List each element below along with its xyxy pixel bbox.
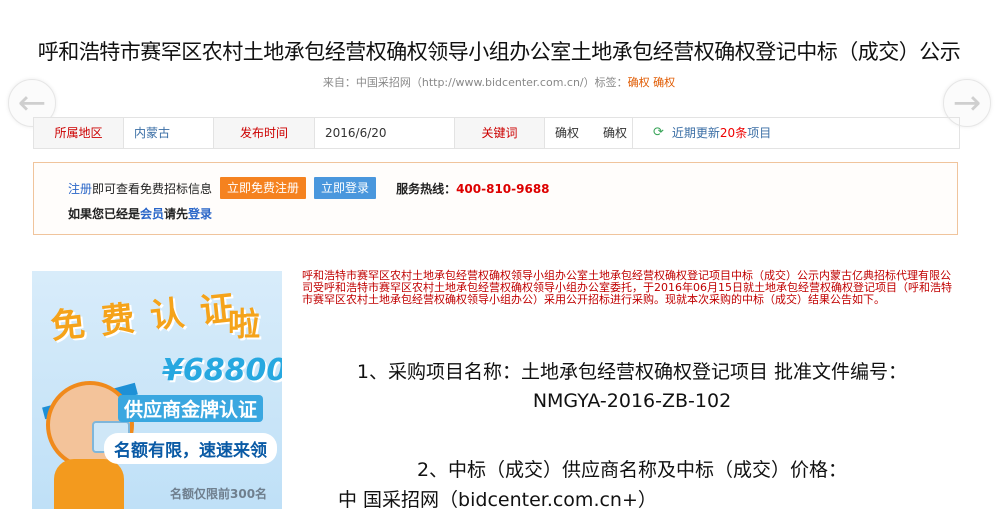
member-prefix: 如果您已经是: [68, 207, 141, 221]
hotline-label: 服务热线：: [396, 181, 457, 196]
region-value[interactable]: 内蒙古: [124, 118, 214, 148]
ad-amount: ¥68800: [162, 353, 282, 388]
member-link[interactable]: 会员: [140, 207, 164, 221]
item1-line1: 1、采购项目名称：土地承包经营权确权登记项目 批准文件编号：: [356, 361, 908, 383]
watermark-text: 中 国采招网（bidcenter.com.cn+）: [338, 489, 657, 511]
recent-updates-link[interactable]: ⟳ 近期更新 20条 项目: [633, 118, 959, 148]
ad-banner[interactable]: 免费认证 啦 ¥68800 供应商金牌认证 名额有限，速速来领 名额仅限前300…: [32, 271, 282, 509]
date-value: 2016/6/20: [315, 118, 455, 148]
item1: 1、采购项目名称：土地承包经营权确权登记项目 批准文件编号： NMGYA-201…: [302, 358, 962, 416]
info-table: 所属地区 内蒙古 发布时间 2016/6/20 关键词 确权 确权 ⟳ 近期更新…: [33, 117, 960, 149]
ad-cert: 供应商金牌认证: [118, 395, 264, 422]
free-register-button[interactable]: 立即免费注册: [220, 177, 307, 199]
refresh-suffix: 项目: [747, 126, 772, 140]
source-tags[interactable]: 确权 确权: [628, 76, 676, 89]
keyword-label: 关键词: [455, 118, 545, 148]
region-label: 所属地区: [34, 118, 124, 148]
ad-title-end: 啦: [228, 305, 261, 343]
refresh-count: 20条: [719, 126, 748, 140]
hotline-number: 400-810-9688: [456, 181, 550, 196]
item1-line2: NMGYA-2016-ZB-102: [532, 390, 732, 412]
keyword-value[interactable]: 确权 确权: [545, 118, 633, 148]
source-text: 来自：中国采招网（http://www.bidcenter.com.cn/）标签…: [322, 76, 628, 89]
register-link[interactable]: 注册: [68, 180, 92, 197]
mascot-body: [54, 459, 124, 509]
register-text: 即可查看免费招标信息: [92, 181, 213, 196]
login-button[interactable]: 立即登录: [314, 177, 377, 199]
item2: 2、中标（成交）供应商名称及中标（成交）价格：: [416, 459, 848, 481]
refresh-prefix: 近期更新: [671, 126, 720, 140]
hotline: 服务热线：400-810-9688: [396, 180, 549, 197]
ad-limit: 名额有限，速速来领: [104, 433, 277, 464]
page-title: 呼和浩特市赛罕区农村土地承包经营权确权领导小组办公室土地承包经营权确权登记中标（…: [37, 40, 961, 64]
ad-quota: 名额仅限前300名: [170, 487, 268, 501]
ad-title: 免费认证: [48, 286, 252, 348]
refresh-icon: ⟳: [653, 125, 664, 140]
date-label: 发布时间: [214, 118, 315, 148]
login-prompt: 注册 即可查看免费招标信息 立即免费注册 立即登录 服务热线：400-810-96…: [33, 162, 958, 235]
intro-text: 呼和浩特市赛罕区农村土地承包经营权确权领导小组办公室土地承包经营权确权登记项目中…: [302, 269, 952, 306]
member-mid: 请先: [164, 207, 189, 221]
source-line: 来自：中国采招网（http://www.bidcenter.com.cn/）标签…: [0, 74, 998, 90]
login-link[interactable]: 登录: [188, 207, 212, 221]
